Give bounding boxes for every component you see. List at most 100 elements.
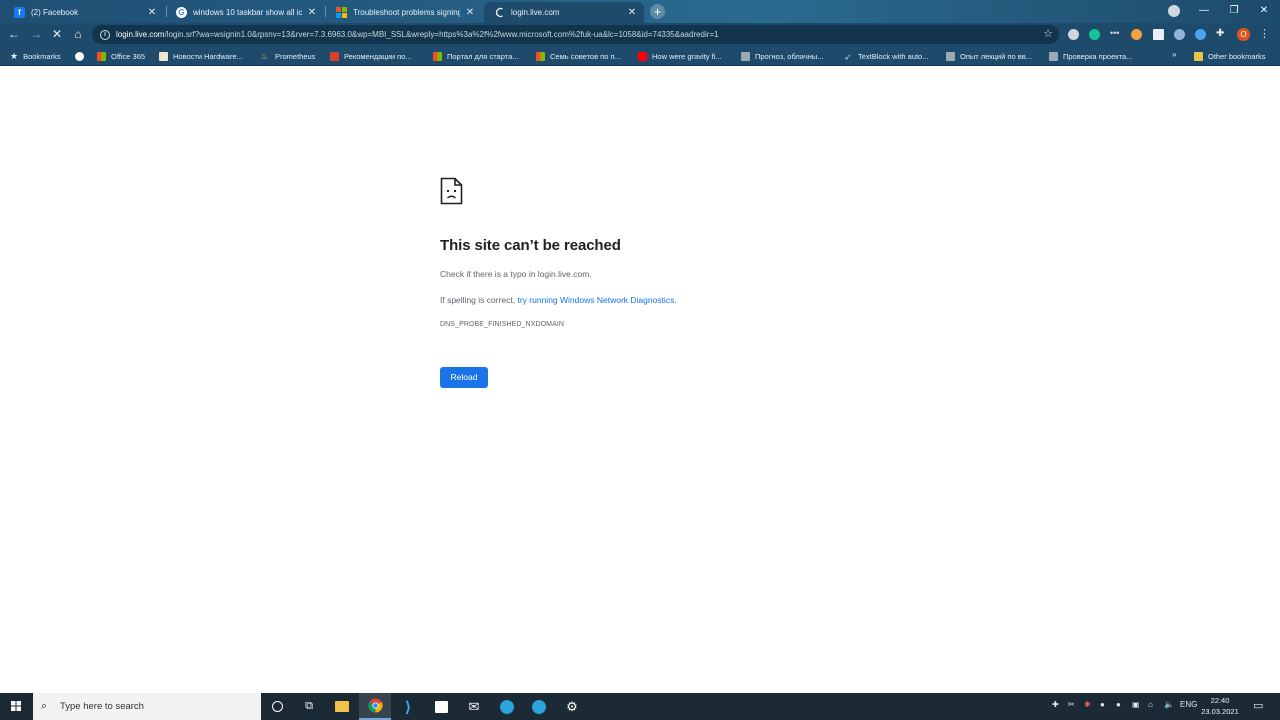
home-button[interactable]: ⌂ bbox=[70, 26, 86, 42]
tab-title: windows 10 taskbar show all icons bbox=[193, 8, 302, 17]
tab-title: login.live.com bbox=[511, 8, 560, 17]
site-info-icon[interactable]: i bbox=[100, 29, 110, 40]
clock-time: 22:40 bbox=[1210, 696, 1230, 705]
grammarly-icon[interactable] bbox=[1089, 29, 1100, 40]
close-icon[interactable]: ✕ bbox=[146, 7, 158, 18]
minimize-button[interactable]: — bbox=[1189, 0, 1219, 22]
bookmark-item[interactable]: Рекомендации по... bbox=[330, 50, 412, 63]
bookmark-item[interactable]: ♨ Prometheus bbox=[261, 50, 315, 63]
tray-app-icon[interactable]: ▣ bbox=[1132, 700, 1140, 709]
more-extensions-icon[interactable]: ••• bbox=[1110, 29, 1121, 40]
reload-button[interactable]: Reload bbox=[440, 367, 488, 388]
settings-button[interactable]: ⚙ bbox=[556, 693, 588, 720]
stop-loading-button[interactable]: ✕ bbox=[49, 26, 65, 42]
telegram-button-2[interactable] bbox=[523, 693, 555, 720]
extension-icon[interactable] bbox=[1131, 29, 1142, 40]
windows-logo-icon bbox=[11, 701, 21, 711]
tab-google-search[interactable]: G windows 10 taskbar show all icons ✕ bbox=[166, 2, 324, 23]
network-icon[interactable]: ⌂ bbox=[1148, 700, 1153, 709]
address-bar[interactable]: i login.live.com/login.srf?wa=wsignin1.0… bbox=[92, 25, 1059, 44]
bookmark-item[interactable]: Опыт лекций по вв... bbox=[946, 50, 1032, 63]
back-button[interactable]: ← bbox=[6, 26, 22, 42]
page-icon[interactable] bbox=[1153, 29, 1164, 40]
menu-icon[interactable]: ⋮ bbox=[1259, 29, 1270, 40]
bookmark-item[interactable]: Проверка проекта... bbox=[1049, 50, 1132, 63]
bookmark-item[interactable]: Office 365 bbox=[97, 50, 145, 63]
bookmark-item[interactable] bbox=[75, 50, 89, 63]
start-button[interactable] bbox=[0, 693, 32, 720]
bookmark-item[interactable]: ★ Bookmarks bbox=[10, 50, 61, 63]
other-bookmarks[interactable]: Other bookmarks bbox=[1194, 50, 1266, 63]
folder-icon bbox=[1194, 52, 1203, 61]
bookmark-item[interactable]: How were gravity fi... bbox=[638, 50, 722, 63]
search-icon: ⌕ bbox=[41, 700, 48, 712]
globe-icon bbox=[75, 52, 84, 61]
close-icon[interactable]: ✕ bbox=[626, 7, 638, 18]
browser-toolbar: ← → ✕ ⌂ i login.live.com/login.srf?wa=ws… bbox=[0, 23, 1280, 46]
bookmark-label: Прогноз, облачны... bbox=[755, 52, 824, 61]
close-window-button[interactable]: ✕ bbox=[1249, 0, 1279, 22]
red-arrow-icon bbox=[330, 52, 339, 61]
tray-app-icon[interactable]: ● bbox=[1116, 700, 1121, 709]
new-tab-button[interactable]: + bbox=[650, 4, 665, 19]
chrome-button[interactable] bbox=[359, 693, 391, 720]
tray-app-icon[interactable]: ✚ bbox=[1052, 700, 1059, 709]
tray-app-icon[interactable]: ✱ bbox=[1084, 700, 1091, 709]
mail-button[interactable]: ✉ bbox=[458, 693, 490, 720]
tab-search-icon[interactable] bbox=[1168, 5, 1180, 17]
bookmark-item[interactable]: Новости Hardware... bbox=[159, 50, 243, 63]
clock-date: 23.03.2021 bbox=[1201, 707, 1239, 716]
bookmark-label: Проверка проекта... bbox=[1063, 52, 1133, 61]
mail-icon: ✉ bbox=[468, 698, 480, 714]
notifications-icon[interactable]: ▭ bbox=[1253, 699, 1263, 712]
clock[interactable]: 22:40 23.03.2021 bbox=[1198, 695, 1242, 717]
file-explorer-icon bbox=[335, 701, 349, 712]
restore-button[interactable]: ❐ bbox=[1219, 0, 1249, 22]
vscode-button[interactable]: ⟩ bbox=[392, 693, 424, 720]
taskbar-search[interactable]: ⌕ Type here to search bbox=[33, 693, 261, 720]
profile-avatar[interactable]: O bbox=[1237, 28, 1250, 41]
extension-icon[interactable] bbox=[1195, 29, 1206, 40]
tab-strip: f (2) Facebook ✕ G windows 10 taskbar sh… bbox=[0, 0, 1280, 23]
tab-title: (2) Facebook bbox=[31, 8, 79, 17]
extension-icon[interactable] bbox=[1068, 29, 1079, 40]
cortana-button[interactable] bbox=[261, 693, 293, 720]
pen-icon[interactable] bbox=[1174, 29, 1185, 40]
bookmark-label: Семь советов по п... bbox=[550, 52, 621, 61]
bookmark-item[interactable]: Семь советов по п... bbox=[536, 50, 621, 63]
tray-app-icon[interactable]: ● bbox=[1100, 700, 1105, 709]
language-indicator[interactable]: ENG bbox=[1180, 700, 1197, 709]
store-button[interactable] bbox=[425, 693, 457, 720]
address-url[interactable]: login.live.com/login.srf?wa=wsignin1.0&r… bbox=[116, 30, 719, 39]
store-icon bbox=[434, 700, 448, 713]
file-explorer-button[interactable] bbox=[326, 693, 358, 720]
tab-troubleshoot[interactable]: Troubleshoot problems signing in ✕ bbox=[326, 2, 482, 23]
bookmark-label: Office 365 bbox=[111, 52, 146, 61]
bookmark-item[interactable]: Прогноз, облачны... bbox=[741, 50, 824, 63]
telegram-icon bbox=[500, 699, 514, 714]
close-icon[interactable]: ✕ bbox=[464, 7, 476, 18]
tab-facebook[interactable]: f (2) Facebook ✕ bbox=[4, 2, 164, 23]
volume-icon[interactable]: 🔈 bbox=[1164, 700, 1174, 709]
network-diagnostics-link[interactable]: try running Windows Network Diagnostics bbox=[517, 295, 674, 305]
cortana-icon bbox=[271, 701, 283, 712]
page-content: This site can’t be reached Check if ther… bbox=[0, 67, 1280, 693]
task-view-button[interactable]: ⧉ bbox=[293, 693, 325, 720]
flame-icon: ♨ bbox=[261, 52, 269, 61]
facebook-icon: f bbox=[14, 7, 25, 18]
close-icon[interactable]: ✕ bbox=[306, 7, 318, 18]
puzzle-icon[interactable]: ✚ bbox=[1216, 29, 1227, 40]
settings-icon: ⚙ bbox=[566, 698, 578, 714]
microsoft-icon bbox=[536, 52, 545, 61]
hint-prefix: If spelling is correct, bbox=[440, 295, 518, 305]
tray-app-icon[interactable]: ✂ bbox=[1068, 700, 1075, 709]
bookmark-item[interactable]: Портал для старта... bbox=[433, 50, 519, 63]
bookmarks-overflow-button[interactable]: » bbox=[1172, 50, 1176, 59]
forward-button[interactable]: → bbox=[28, 26, 44, 42]
bookmark-item[interactable]: ➶ TextBlock with auto... bbox=[844, 50, 928, 63]
bookmark-label: Bookmarks bbox=[23, 52, 61, 61]
bookmark-star-icon[interactable]: ☆ bbox=[1043, 27, 1053, 40]
tab-login-live[interactable]: login.live.com ✕ bbox=[484, 2, 644, 23]
error-code: DNS_PROBE_FINISHED_NXDOMAIN bbox=[440, 321, 565, 328]
telegram-button[interactable] bbox=[491, 693, 523, 720]
